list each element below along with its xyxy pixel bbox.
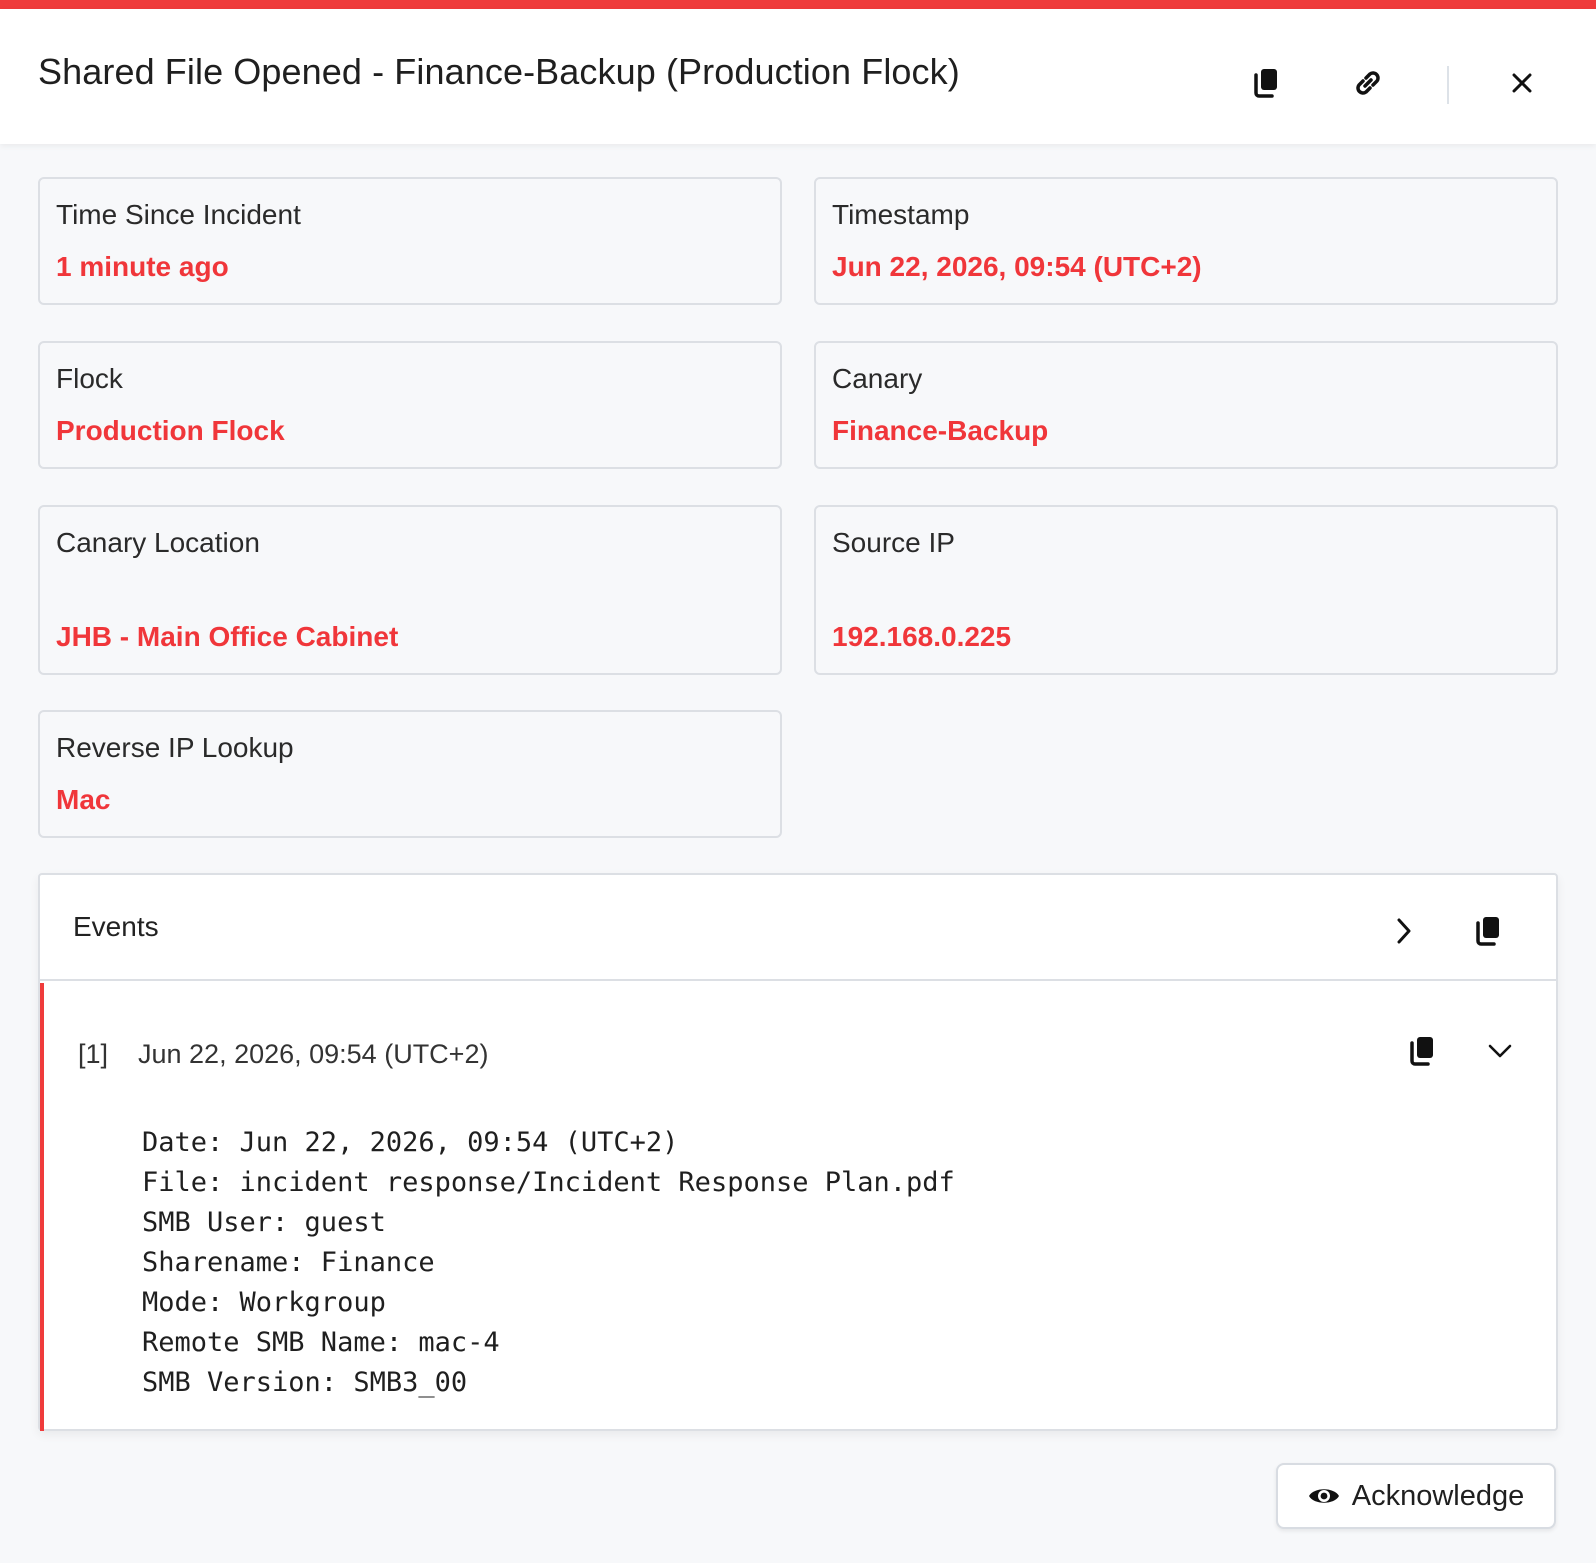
canary-location-value: JHB - Main Office Cabinet	[56, 621, 399, 652]
events-copy-button[interactable]	[1466, 909, 1510, 953]
flock-value: Production Flock	[56, 415, 285, 446]
timestamp-label: Timestamp	[832, 199, 970, 230]
chevron-down-icon	[1488, 1044, 1512, 1058]
reverse-ip-lookup-card: Reverse IP Lookup Mac	[38, 710, 782, 838]
copy-icon	[1410, 1037, 1433, 1066]
event-item: [1] Jun 22, 2026, 09:54 (UTC+2) Date: Ju…	[40, 983, 1556, 1431]
event-collapse-button[interactable]	[1478, 1029, 1522, 1073]
time-since-incident-value: 1 minute ago	[56, 251, 229, 282]
event-details: Date: Jun 22, 2026, 09:54 (UTC+2) File: …	[142, 1127, 955, 1398]
canary-value: Finance-Backup	[832, 415, 1049, 446]
acknowledge-button[interactable]: Acknowledge	[1276, 1463, 1556, 1529]
close-icon	[1512, 73, 1532, 93]
acknowledge-label: Acknowledge	[1351, 1479, 1525, 1512]
modal-header: Shared File Opened - Finance-Backup (Pro…	[0, 9, 1596, 144]
events-title: Events	[73, 911, 159, 942]
time-since-incident-label: Time Since Incident	[56, 199, 301, 230]
copy-icon	[1476, 917, 1499, 946]
events-expand-button[interactable]	[1382, 909, 1426, 953]
canary-card: Canary Finance-Backup	[814, 341, 1558, 469]
timestamp-value: Jun 22, 2026, 09:54 (UTC+2)	[832, 251, 1202, 282]
canary-location-card: Canary Location JHB - Main Office Cabine…	[38, 505, 782, 675]
events-panel: Events [1] Jun 22, 2026, 09:54 (UTC+2) D…	[38, 873, 1558, 1431]
source-ip-label: Source IP	[832, 527, 955, 558]
copy-link-button[interactable]	[1346, 61, 1390, 105]
event-copy-button[interactable]	[1400, 1029, 1444, 1073]
flock-card: Flock Production Flock	[38, 341, 782, 469]
event-index: [1]	[78, 1039, 109, 1069]
reverse-ip-lookup-label: Reverse IP Lookup	[56, 732, 294, 763]
canary-location-label: Canary Location	[56, 527, 260, 558]
chevron-right-icon	[1397, 918, 1411, 944]
link-icon	[1356, 71, 1380, 95]
reverse-ip-lookup-value: Mac	[56, 784, 111, 815]
top-accent-bar	[0, 0, 1596, 9]
copy-icon	[1254, 69, 1277, 98]
events-header: Events	[40, 875, 1556, 981]
eye-icon	[1308, 1489, 1339, 1503]
source-ip-card: Source IP 192.168.0.225	[814, 505, 1558, 675]
canary-label: Canary	[832, 363, 923, 394]
timestamp-card: Timestamp Jun 22, 2026, 09:54 (UTC+2)	[814, 177, 1558, 305]
event-time: Jun 22, 2026, 09:54 (UTC+2)	[138, 1039, 489, 1069]
flock-label: Flock	[56, 363, 123, 394]
time-since-incident-card: Time Since Incident 1 minute ago	[38, 177, 782, 305]
header-divider	[1447, 66, 1449, 104]
close-button[interactable]	[1500, 61, 1544, 105]
source-ip-value: 192.168.0.225	[832, 621, 1012, 652]
copy-button[interactable]	[1244, 61, 1288, 105]
modal-title: Shared File Opened - Finance-Backup (Pro…	[38, 51, 960, 92]
